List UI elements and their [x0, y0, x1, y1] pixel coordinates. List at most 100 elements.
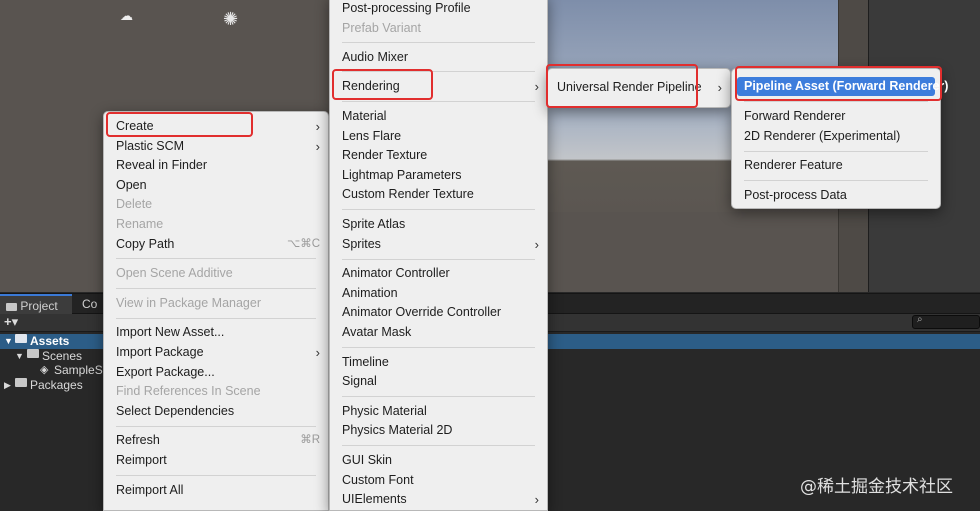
- menu-separator: [342, 42, 535, 43]
- collapse-arrow-icon[interactable]: ▶: [4, 378, 11, 392]
- menu-item-gui-skin[interactable]: GUI Skin: [330, 451, 547, 470]
- add-button[interactable]: +▾: [4, 314, 18, 330]
- menu-item-label: Prefab Variant: [342, 20, 421, 35]
- tree-item-label: Packages: [30, 377, 83, 392]
- menu-item-label: Post-process Data: [744, 187, 847, 202]
- menu-item-prefab-variant: Prefab Variant: [330, 19, 547, 38]
- menu-item-render-texture[interactable]: Render Texture: [330, 146, 547, 165]
- menu-item-animator-override-controller[interactable]: Animator Override Controller: [330, 303, 547, 322]
- tab-project[interactable]: Project: [0, 294, 72, 314]
- menu-item-custom-font[interactable]: Custom Font: [330, 471, 547, 490]
- menu-item-renderer-feature[interactable]: Renderer Feature: [732, 156, 940, 175]
- menu-item-label: Sprite Atlas: [342, 217, 406, 231]
- menu-item-label: Import New Asset...: [116, 325, 225, 340]
- submenu-arrow-icon: ›: [534, 79, 539, 95]
- watermark: @稀土掘金技术社区: [800, 477, 953, 497]
- menu-separator: [116, 426, 316, 427]
- menu-item-physics-material-2d[interactable]: Physics Material 2D: [330, 421, 547, 440]
- menu-item-label: Animation: [342, 285, 398, 300]
- menu-separator: [342, 347, 535, 348]
- menu-item-timeline[interactable]: Timeline: [330, 353, 547, 372]
- menu-item-label: 2D Renderer (Experimental): [744, 128, 901, 143]
- menu-item-audio-mixer[interactable]: Audio Mixer: [330, 48, 547, 67]
- expand-arrow-icon[interactable]: ▼: [4, 334, 13, 348]
- menu-item-2d-renderer[interactable]: 2D Renderer (Experimental): [732, 127, 940, 146]
- menu-item-label: Material: [342, 109, 387, 123]
- menu-item-plastic-scm[interactable]: Plastic SCM ›: [104, 137, 328, 156]
- menu-item-post-process-data[interactable]: Post-process Data: [732, 186, 940, 205]
- menu-item-animator-controller[interactable]: Animator Controller: [330, 264, 547, 283]
- menu-item-label: Animator Controller: [342, 266, 450, 281]
- menu-item-view-in-package-manager: View in Package Manager: [104, 294, 328, 313]
- menu-item-refresh[interactable]: Refresh ⌘R: [104, 431, 328, 450]
- menu-item-reimport-all[interactable]: Reimport All: [104, 481, 328, 500]
- menu-item-select-dependencies[interactable]: Select Dependencies: [104, 402, 328, 421]
- menu-item-uielements[interactable]: UIElements ›: [330, 490, 547, 509]
- menu-item-avatar-mask[interactable]: Avatar Mask: [330, 323, 547, 342]
- menu-item-label: Export Package...: [116, 364, 215, 379]
- sun-icon: ✺: [223, 9, 239, 29]
- folder-icon: [27, 348, 39, 358]
- submenu-arrow-icon: ›: [315, 119, 320, 134]
- menu-item-label: Custom Render Texture: [342, 187, 474, 202]
- menu-separator: [342, 209, 535, 210]
- menu-item-label: View in Package Manager: [116, 295, 261, 310]
- submenu-arrow-icon: ›: [717, 80, 722, 95]
- menu-item-label: Lightmap Parameters: [342, 167, 462, 182]
- menu-item-pipeline-asset-forward-renderer[interactable]: Pipeline Asset (Forward Renderer): [737, 77, 948, 96]
- menu-item-label: Signal: [342, 374, 377, 389]
- menu-item-label: Audio Mixer: [342, 50, 408, 64]
- menu-item-export-package[interactable]: Export Package...: [104, 363, 328, 382]
- menu-item-label: GUI Skin: [342, 453, 393, 467]
- tab-console[interactable]: Co: [76, 294, 106, 314]
- menu-item-reveal-in-finder[interactable]: Reveal in Finder: [104, 156, 328, 175]
- menu-item-material[interactable]: Material: [330, 107, 547, 126]
- menu-separator: [342, 445, 535, 446]
- expand-arrow-icon[interactable]: ▼: [15, 349, 24, 363]
- tab-console-label: Co: [82, 297, 98, 311]
- menu-item-label: Open: [116, 177, 147, 192]
- project-search-input[interactable]: ⌕: [912, 314, 980, 329]
- menu-item-label: Custom Font: [342, 472, 414, 487]
- menu-separator: [116, 258, 316, 259]
- menu-item-open[interactable]: Open: [104, 176, 328, 195]
- menu-item-label: Rendering: [342, 79, 400, 94]
- menu-item-sprite-atlas[interactable]: Sprite Atlas: [330, 215, 547, 234]
- scene-icon: ◈: [40, 364, 49, 376]
- menu-item-forward-renderer[interactable]: Forward Renderer: [732, 107, 940, 126]
- menu-item-label: Plastic SCM: [116, 138, 185, 153]
- menu-item-label: Open Scene Additive: [116, 266, 233, 281]
- menu-item-reimport[interactable]: Reimport: [104, 451, 328, 470]
- menu-item-import-package[interactable]: Import Package ›: [104, 343, 328, 362]
- menu-item-label: Forward Renderer: [744, 109, 846, 123]
- menu-item-signal[interactable]: Signal: [330, 372, 547, 391]
- menu-item-label: Render Texture: [342, 148, 428, 163]
- menu-item-animation[interactable]: Animation: [330, 284, 547, 303]
- menu-item-sprites[interactable]: Sprites ›: [330, 235, 547, 254]
- menu-item-label: UIElements: [342, 492, 407, 507]
- menu-separator: [342, 258, 535, 260]
- submenu-arrow-icon: ›: [534, 236, 539, 252]
- menu-item-label: Reimport All: [116, 482, 184, 497]
- menu-item-label: Physic Material: [342, 403, 427, 418]
- menu-item-label: Post-processing Profile: [342, 1, 471, 15]
- menu-item-lens-flare[interactable]: Lens Flare: [330, 127, 547, 146]
- menu-separator: [116, 288, 316, 289]
- menu-item-import-new-asset[interactable]: Import New Asset...: [104, 323, 328, 342]
- menu-item-label: Pipeline Asset (Forward Renderer): [744, 79, 949, 93]
- menu-separator: [744, 150, 928, 152]
- submenu-arrow-icon: ›: [315, 345, 320, 360]
- menu-item-rendering[interactable]: Rendering ›: [330, 77, 547, 96]
- menu-item-physic-material[interactable]: Physic Material: [330, 402, 547, 421]
- menu-item-custom-render-texture[interactable]: Custom Render Texture: [330, 185, 547, 204]
- menu-item-rename: Rename: [104, 215, 328, 234]
- menu-item-label: Copy Path: [116, 236, 175, 251]
- menu-item-label: Sprites: [342, 236, 381, 251]
- menu-item-copy-path[interactable]: Copy Path ⌥⌘C: [104, 235, 328, 254]
- menu-item-create[interactable]: Create ›: [104, 117, 328, 136]
- menu-item-post-processing-profile[interactable]: Post-processing Profile: [330, 0, 547, 18]
- menu-separator: [116, 317, 316, 319]
- menu-item-universal-render-pipeline[interactable]: Universal Render Pipeline ›: [548, 78, 730, 97]
- menu-item-label: Select Dependencies: [116, 403, 235, 418]
- menu-item-lightmap-parameters[interactable]: Lightmap Parameters: [330, 166, 547, 185]
